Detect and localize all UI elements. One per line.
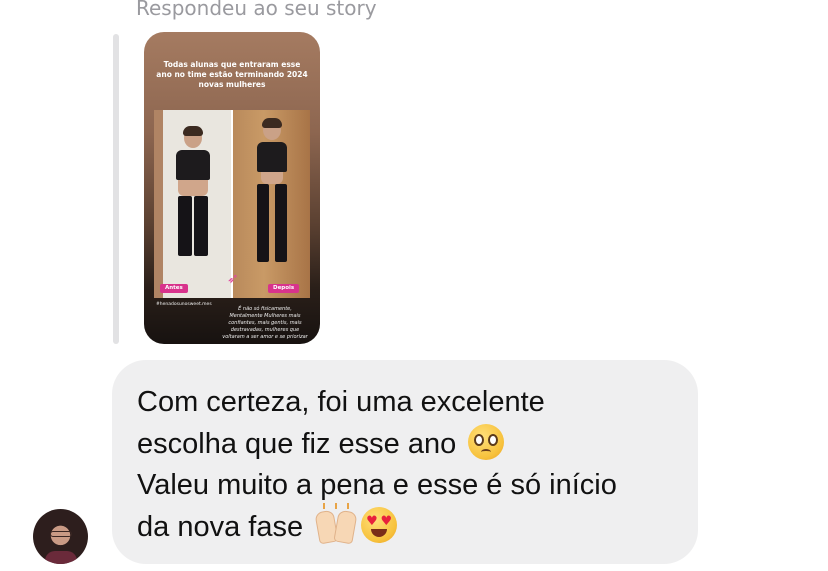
story-headline: Todas alunas que entraram esse ano no ti… bbox=[156, 60, 308, 89]
person-figure bbox=[256, 118, 288, 262]
before-photo bbox=[154, 110, 231, 298]
story-caption: É não só fisicamente, Mentalmente Mulher… bbox=[222, 306, 308, 340]
message-line-1: Com certeza, foi uma excelente bbox=[137, 386, 545, 418]
after-photo bbox=[233, 110, 310, 298]
glasses-detail bbox=[50, 531, 72, 537]
story-handle: #henadosunosweet.mes bbox=[156, 302, 212, 307]
person-figure bbox=[175, 126, 210, 256]
message-line-2-text: escolha que fiz esse ano bbox=[137, 427, 457, 460]
message-bubble[interactable]: Com certeza, foi uma excelente escolha q… bbox=[112, 360, 698, 564]
message-line-4-text: da nova fase bbox=[137, 510, 304, 543]
message-line-2: escolha que fiz esse ano bbox=[137, 423, 672, 466]
shirt-detail bbox=[45, 551, 77, 564]
story-reply-label: Respondeu ao seu story bbox=[136, 0, 377, 20]
message-line-3: Valeu muito a pena e esse é só início bbox=[137, 469, 617, 501]
avatar[interactable] bbox=[33, 509, 88, 564]
story-thumbnail[interactable]: Todas alunas que entraram esse ano no ti… bbox=[144, 32, 320, 344]
pleading-face-icon bbox=[468, 423, 505, 460]
raising-hands-icon bbox=[314, 502, 358, 545]
message-line-4: da nova fase ♥ ♥ bbox=[137, 502, 672, 549]
before-tag: Antes bbox=[160, 284, 188, 293]
after-tag: Depois bbox=[268, 284, 300, 293]
heart-eyes-icon: ♥ ♥ bbox=[361, 506, 398, 543]
reply-quote-bar bbox=[113, 34, 119, 344]
arrow-icon: ➶ bbox=[227, 271, 239, 287]
